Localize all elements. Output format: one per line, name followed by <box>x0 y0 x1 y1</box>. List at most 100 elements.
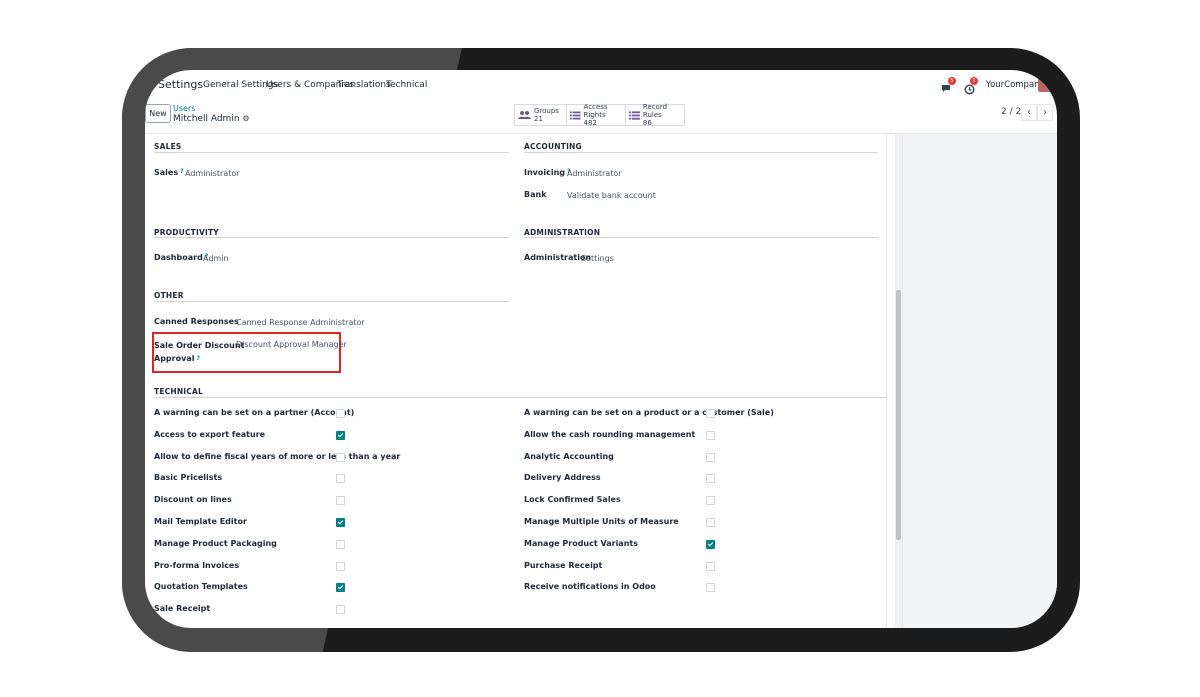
technical-option-label: Sale Receipt <box>154 604 211 614</box>
technical-option-label: Lock Confirmed Sales <box>524 495 621 505</box>
technical-option-label: Mail Template Editor <box>154 517 247 526</box>
technical-option-checkbox[interactable] <box>336 430 345 440</box>
technical-option-checkbox[interactable] <box>706 430 715 440</box>
technical-option-label: Quotation Templates <box>154 582 248 592</box>
technical-option-checkbox[interactable] <box>336 496 345 506</box>
technical-option-label: Manage Multiple Units of Measure <box>524 517 679 526</box>
technical-option-label: Discount on lines <box>154 495 232 505</box>
technical-option-checkbox[interactable] <box>336 583 345 593</box>
help-icon[interactable]: ? <box>180 168 183 175</box>
technical-option-checkbox[interactable] <box>336 605 345 615</box>
stat-button-access-rights[interactable]: Access Rights 482 <box>566 103 627 127</box>
chevron-left-icon: ‹ <box>1027 107 1031 118</box>
field-label-canned-responses: Canned Responses <box>154 317 239 326</box>
technical-option-checkbox[interactable] <box>336 409 345 418</box>
field-value-canned-responses[interactable]: Canned Response Administrator <box>236 318 365 327</box>
field-label-invoicing: Invoicing? <box>524 168 571 177</box>
field-label-discount-approval: Sale Order Discount Approval? <box>154 339 244 365</box>
invoicing-label-text: Invoicing <box>524 168 566 177</box>
new-button[interactable]: New <box>145 104 171 123</box>
record-name-text: Mitchell Admin <box>173 114 240 124</box>
technical-option-label: Manage Product Packaging <box>154 538 277 548</box>
field-value-discount-approval[interactable]: Discount Approval Manager <box>236 340 347 349</box>
stat-button-groups[interactable]: Groups 21 <box>514 104 568 126</box>
stat-rules-label: Record Rules <box>642 103 668 119</box>
technical-option-checkbox[interactable] <box>706 539 715 549</box>
field-label-bank: Bank <box>524 190 547 199</box>
pager-next-button[interactable]: › <box>1037 104 1053 121</box>
section-line <box>154 152 509 153</box>
stat-groups-count: 21 <box>534 115 543 123</box>
menu-translations[interactable]: Translations <box>337 80 391 90</box>
activity-badge: 2 <box>970 77 978 85</box>
menu-technical[interactable]: Technical <box>386 80 427 90</box>
section-title-sales: SALES <box>154 142 182 151</box>
field-label-sales: Sales? <box>154 168 184 177</box>
section-title-other: OTHER <box>154 291 184 300</box>
section-line <box>524 152 878 153</box>
technical-option-checkbox[interactable] <box>336 561 345 571</box>
section-title-technical: TECHNICAL <box>154 387 203 396</box>
technical-option-label: A warning can be set on a partner (Accou… <box>154 408 355 417</box>
technical-option-checkbox[interactable] <box>706 452 715 462</box>
scrollbar-thumb[interactable] <box>896 290 901 540</box>
sheet-border <box>886 134 887 628</box>
chevron-right-icon: › <box>1043 107 1047 118</box>
technical-option-label: Delivery Address <box>524 473 601 483</box>
field-label-dashboard: Dashboard? <box>154 253 208 262</box>
technical-option-checkbox[interactable] <box>706 583 715 593</box>
discount-label-line1: Sale Order Discount <box>154 341 245 350</box>
section-line <box>154 397 886 398</box>
technical-option-label: Purchase Receipt <box>524 560 603 570</box>
technical-option-label: Analytic Accounting <box>524 451 614 461</box>
pager-previous-button[interactable]: ‹ <box>1021 104 1037 121</box>
stat-access-count: 482 <box>583 119 597 127</box>
list-icon <box>570 111 581 119</box>
technical-option-checkbox[interactable] <box>336 518 345 527</box>
record-name: Mitchell Admin ⚙ <box>173 114 250 124</box>
sales-label-text: Sales <box>154 168 179 177</box>
section-title-accounting: ACCOUNTING <box>524 142 582 151</box>
list-icon <box>629 110 640 120</box>
breadcrumb-users[interactable]: Users <box>173 104 195 113</box>
field-value-bank[interactable]: Validate bank account <box>567 191 656 200</box>
technical-option-checkbox[interactable] <box>706 518 715 527</box>
technical-option-checkbox[interactable] <box>336 452 345 462</box>
app-brand[interactable]: Settings <box>158 78 203 91</box>
section-title-administration: ADMINISTRATION <box>524 228 601 237</box>
field-value-administration[interactable]: Settings <box>581 254 614 263</box>
technical-option-checkbox[interactable] <box>706 561 715 571</box>
technical-option-label: A warning can be set on a product or a c… <box>524 408 774 417</box>
technical-option-label: Access to export feature <box>154 429 266 439</box>
technical-option-checkbox[interactable] <box>706 496 715 506</box>
technical-option-checkbox[interactable] <box>336 474 345 484</box>
company-switcher[interactable]: YourCompany <box>986 80 1045 90</box>
stat-access-label: Access Rights <box>583 103 608 119</box>
technical-option-checkbox[interactable] <box>706 474 715 484</box>
technical-option-label: Allow to define fiscal years of more or … <box>154 451 401 461</box>
technical-option-checkbox[interactable] <box>706 409 715 418</box>
field-value-invoicing[interactable]: Administrator <box>567 169 622 178</box>
field-value-dashboard[interactable]: Admin <box>203 254 229 263</box>
app-window: Settings General Settings Users & Compan… <box>145 70 1057 628</box>
avatar[interactable] <box>1038 78 1052 92</box>
technical-option-label: Pro-forma Invoices <box>154 560 240 570</box>
section-line <box>154 301 509 302</box>
chatter-area <box>902 134 1057 628</box>
help-icon[interactable]: ? <box>196 355 199 362</box>
section-line <box>524 237 878 238</box>
technical-option-label: Receive notifications in Odoo <box>524 582 656 592</box>
discount-label-line2: Approval <box>154 354 195 363</box>
technical-option-label: Basic Pricelists <box>154 473 223 483</box>
field-value-sales[interactable]: Administrator <box>185 169 240 178</box>
pager-value[interactable]: 2 / 2 <box>1001 107 1021 117</box>
dashboard-label-text: Dashboard <box>154 253 203 262</box>
section-line <box>154 237 509 238</box>
technical-option-checkbox[interactable] <box>336 539 345 549</box>
stat-button-record-rules[interactable]: Record Rules 86 <box>625 103 685 127</box>
gear-icon[interactable]: ⚙ <box>242 114 249 123</box>
stat-rules-count: 86 <box>642 119 652 127</box>
technical-option-label: Manage Product Variants <box>524 538 638 548</box>
users-icon <box>518 111 531 119</box>
section-title-productivity: PRODUCTIVITY <box>154 228 219 237</box>
